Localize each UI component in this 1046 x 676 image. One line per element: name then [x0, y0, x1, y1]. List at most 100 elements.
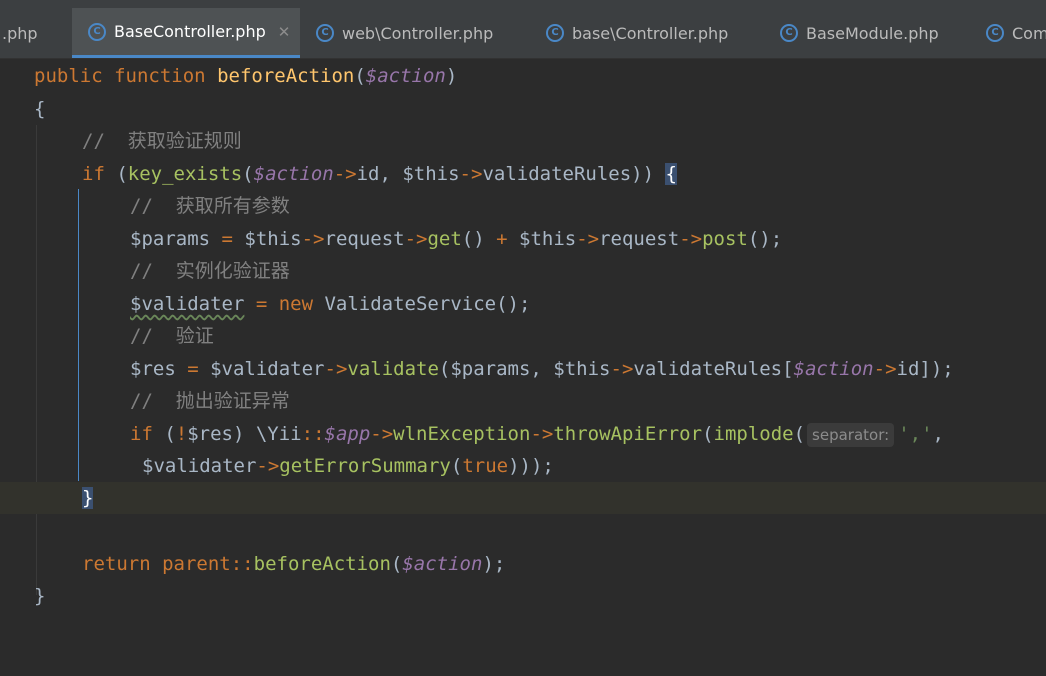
code-text: id]);: [896, 358, 954, 380]
tab-web-controller[interactable]: C web\Controller.php: [300, 8, 530, 58]
code-line: $validater = new ValidateService();: [0, 288, 1046, 320]
scope-operator: ::: [230, 553, 254, 575]
code-text: $validater: [198, 358, 325, 380]
code-line: $res = $validater->validate($params, $th…: [0, 353, 1046, 385]
code-text: validateRules)): [482, 163, 666, 185]
code-text: ();: [747, 228, 783, 250]
close-brace: }: [34, 585, 46, 607]
function-call: implode: [713, 423, 794, 445]
punct: ): [445, 65, 458, 87]
code-text: (: [152, 423, 176, 445]
keyword: new: [278, 293, 314, 315]
method-call: getErrorSummary: [279, 455, 451, 477]
code-line: if (key_exists($action->id, $this->valid…: [0, 158, 1046, 190]
code-text: validateRules[: [633, 358, 794, 380]
code-text: $res: [130, 358, 188, 380]
open-brace: {: [34, 98, 46, 120]
variable: $action: [253, 163, 334, 185]
php-class-icon: C: [546, 24, 564, 42]
code-line: // 获取验证规则: [0, 125, 1046, 157]
code-text: (: [450, 455, 463, 477]
tab-partial-php[interactable]: .php: [0, 8, 72, 58]
arrow-operator: ->: [333, 163, 357, 185]
code-text: id, $this: [356, 163, 460, 185]
method-call: get: [427, 228, 462, 250]
code-text: (: [242, 163, 254, 185]
operator: =: [221, 228, 233, 250]
variable: $action: [402, 553, 483, 575]
punct: (: [354, 65, 366, 87]
code-line: // 抛出验证异常: [0, 385, 1046, 417]
operator: +: [496, 228, 508, 250]
code-text: $params: [130, 228, 222, 250]
operator: =: [244, 293, 279, 315]
code-text: )));: [508, 455, 554, 477]
code-line: }: [0, 580, 1046, 612]
keyword: if: [130, 423, 153, 445]
tab-label: Com: [1012, 23, 1046, 43]
tab-label: BaseModule.php: [806, 23, 939, 43]
tab-base-controller[interactable]: C BaseController.php ✕: [72, 8, 300, 58]
arrow-operator: ->: [404, 228, 428, 250]
comment: // 实例化验证器: [130, 260, 290, 282]
code-line: // 验证: [0, 320, 1046, 352]
code-text: );: [482, 553, 506, 575]
tab-base-controller-php[interactable]: C base\Controller.php: [530, 8, 764, 58]
variable: $action: [365, 65, 446, 87]
code-editor[interactable]: public function beforeAction($action) { …: [0, 59, 1046, 611]
code-text: (: [702, 423, 714, 445]
code-line: {: [0, 93, 1046, 125]
code-text: ,: [932, 423, 944, 445]
code-text: request: [599, 228, 680, 250]
function-call: key_exists: [127, 163, 243, 185]
code-line: if (!$res) \Yii::$app->wlnException->thr…: [0, 418, 1046, 450]
keyword: public: [34, 65, 103, 87]
arrow-operator: ->: [459, 163, 483, 185]
arrow-operator: ->: [873, 358, 897, 380]
code-text: $validater: [142, 455, 257, 477]
method-call: validate: [347, 358, 439, 380]
method-call: wlnException: [393, 423, 531, 445]
code-text: (: [390, 553, 403, 575]
comment: // 获取所有参数: [130, 195, 290, 217]
keyword: true: [462, 455, 509, 477]
keyword: if: [82, 163, 105, 185]
code-text: (): [461, 228, 497, 250]
editor-tab-bar: .php C BaseController.php ✕ C web\Contro…: [0, 0, 1046, 59]
code-text: $this: [232, 228, 302, 250]
code-text: (: [104, 163, 128, 185]
variable-warning: $validater: [130, 293, 245, 315]
arrow-operator: ->: [301, 228, 325, 250]
variable: $action: [793, 358, 874, 380]
comment: // 抛出验证异常: [130, 390, 290, 412]
arrow-operator: ->: [370, 423, 394, 445]
code-text: ValidateService();: [313, 293, 531, 315]
keyword: parent: [162, 553, 231, 575]
string-literal: ',': [898, 423, 933, 445]
parameter-hint: separator:: [807, 423, 895, 447]
tab-label: web\Controller.php: [342, 23, 494, 43]
tab-partial-com[interactable]: C Com: [970, 8, 1046, 58]
arrow-operator: ->: [679, 228, 703, 250]
method-call: beforeAction: [253, 553, 391, 575]
tab-label: BaseController.php: [114, 22, 266, 41]
method-call: post: [702, 228, 748, 250]
comment: // 获取验证规则: [82, 130, 242, 152]
keyword: return: [82, 553, 151, 575]
comment: // 验证: [130, 325, 214, 347]
code-text: $res) \Yii: [187, 423, 302, 445]
code-line: // 获取所有参数: [0, 190, 1046, 222]
tab-base-module[interactable]: C BaseModule.php: [764, 8, 970, 58]
variable: $app: [324, 423, 371, 445]
close-icon[interactable]: ✕: [278, 23, 291, 41]
matched-brace: }: [82, 487, 94, 509]
code-line: $params = $this->request->get() + $this-…: [0, 223, 1046, 255]
code-line-current: }: [0, 482, 1046, 514]
code-line: public function beforeAction($action): [0, 60, 1046, 92]
tab-label: base\Controller.php: [572, 23, 729, 43]
code-line: $validater->getErrorSummary(true)));: [0, 450, 1046, 482]
code-line: // 实例化验证器: [0, 255, 1046, 287]
arrow-operator: ->: [324, 358, 348, 380]
scope-operator: ::: [301, 423, 325, 445]
code-text: ($params, $this: [438, 358, 611, 380]
